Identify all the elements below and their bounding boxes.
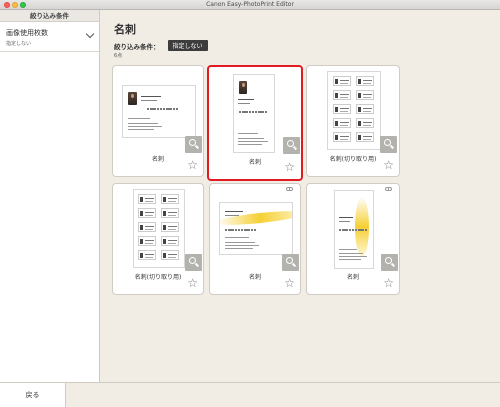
favorite-star-icon[interactable]: ☆ [284, 161, 295, 173]
filter-condition-row: 絞り込み条件： 指定しない [114, 40, 208, 51]
template-thumbnail [219, 202, 293, 255]
template-card[interactable]: 名刺(切り取り用) ☆ [112, 183, 204, 295]
favorite-star-icon[interactable]: ☆ [187, 159, 198, 171]
window-titlebar: Canon Easy-PhotoPrint Editor [0, 0, 500, 10]
template-card-selected[interactable]: 名刺 ☆ [207, 65, 303, 181]
back-button[interactable]: 戻る [0, 383, 66, 407]
template-card[interactable]: 名刺 ☆ [306, 183, 400, 295]
zoom-preview-button[interactable] [185, 254, 202, 271]
favorite-star-icon[interactable]: ☆ [383, 159, 394, 171]
filter-label: 画像使用枚数 [6, 29, 48, 37]
template-thumbnail [122, 85, 196, 138]
zoom-preview-button[interactable] [282, 254, 299, 271]
template-card[interactable]: 名刺 ☆ [209, 183, 301, 295]
cloud-download-icon [385, 187, 392, 192]
zoom-preview-button[interactable] [380, 136, 397, 153]
main-content: 名刺 絞り込み条件： 指定しない 6点 名刺 ☆ 名刺 ☆ 名刺(切り取り用) … [101, 10, 500, 382]
condition-label: 絞り込み条件： [114, 42, 160, 51]
portrait-photo [128, 92, 137, 105]
template-thumbnail [133, 189, 185, 268]
condition-badge: 指定しない [167, 40, 208, 51]
footer-bar: 戻る [0, 382, 500, 407]
template-thumbnail [334, 190, 374, 269]
favorite-star-icon[interactable]: ☆ [383, 277, 394, 289]
favorite-star-icon[interactable]: ☆ [187, 277, 198, 289]
portrait-photo [239, 81, 247, 94]
zoom-preview-button[interactable] [381, 254, 398, 271]
favorite-star-icon[interactable]: ☆ [284, 277, 295, 289]
filter-value: 指定しない [6, 41, 32, 47]
template-card[interactable]: 名刺(切り取り用) ☆ [306, 65, 400, 177]
template-thumbnail [327, 71, 381, 150]
filter-sidebar: 絞り込み条件 画像使用枚数 指定しない [0, 10, 100, 382]
template-card[interactable]: 名刺 ☆ [112, 65, 204, 177]
template-thumbnail [233, 74, 275, 153]
image-count-filter[interactable]: 画像使用枚数 指定しない [0, 22, 99, 52]
zoom-preview-button[interactable] [283, 137, 300, 154]
sidebar-header: 絞り込み条件 [0, 10, 99, 22]
result-count: 6点 [114, 53, 123, 59]
cloud-download-icon [286, 187, 293, 192]
page-title: 名刺 [114, 23, 136, 36]
window-title: Canon Easy-PhotoPrint Editor [206, 1, 294, 8]
zoom-preview-button[interactable] [185, 136, 202, 153]
